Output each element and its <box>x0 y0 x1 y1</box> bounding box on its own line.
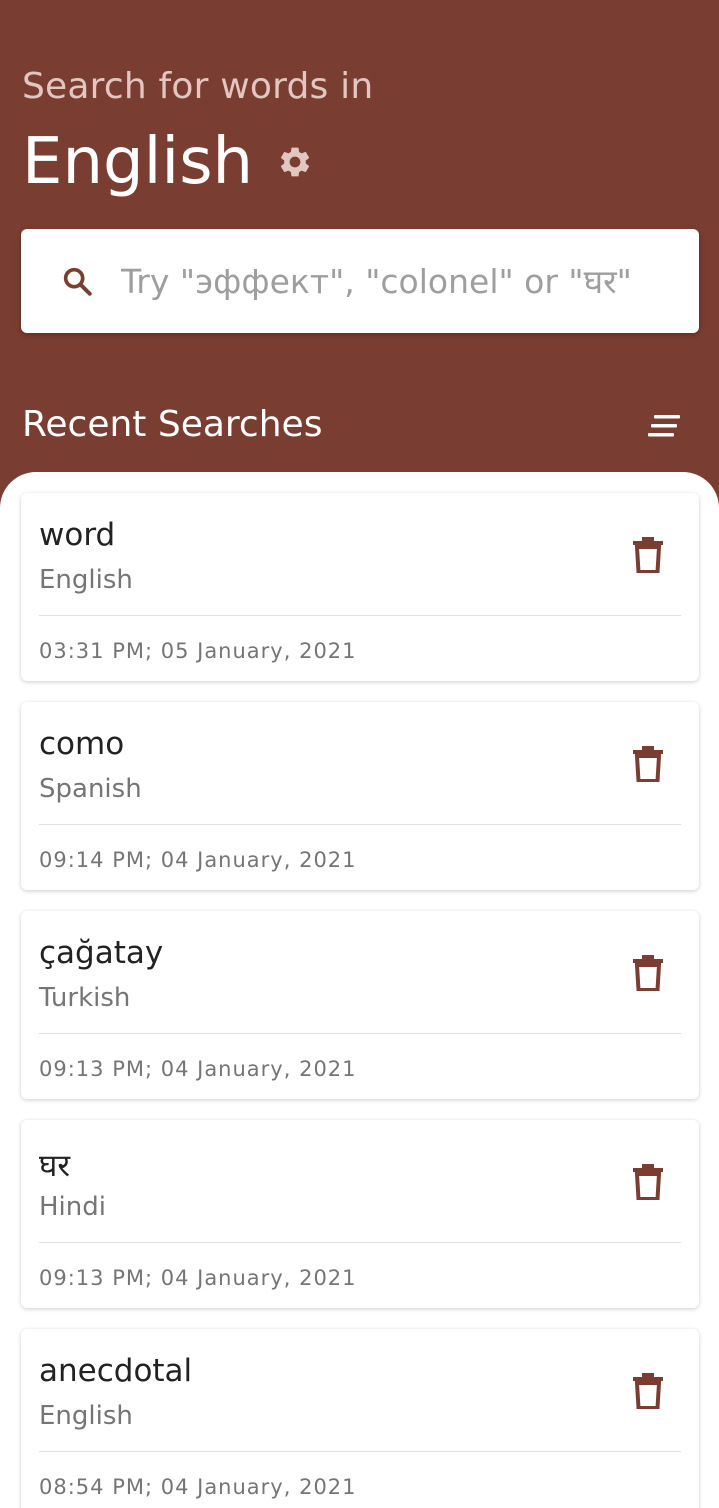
search-timestamp: 08:54 PM; 04 January, 2021 <box>39 1475 357 1499</box>
trash-icon[interactable] <box>633 746 663 783</box>
list-item[interactable]: घर Hindi 09:13 PM; 04 January, 2021 <box>21 1120 699 1308</box>
list-item[interactable]: anecdotal English 08:54 PM; 04 January, … <box>21 1329 699 1508</box>
gear-icon[interactable] <box>277 144 313 180</box>
language-row: English <box>22 124 313 200</box>
trash-icon[interactable] <box>633 955 663 992</box>
search-word: anecdotal <box>39 1353 193 1389</box>
list-item[interactable]: çağatay Turkish 09:13 PM; 04 January, 20… <box>21 911 699 1099</box>
list-item[interactable]: word English 03:31 PM; 05 January, 2021 <box>21 493 699 681</box>
divider <box>39 1033 681 1034</box>
trash-icon[interactable] <box>633 1373 663 1410</box>
divider <box>39 1451 681 1452</box>
app-header: Search for words in English Recent Searc… <box>0 0 719 480</box>
search-language: Spanish <box>39 774 142 804</box>
search-icon <box>59 263 95 299</box>
search-word: घर <box>39 1148 70 1184</box>
header-subtitle: Search for words in <box>22 66 374 107</box>
trash-icon[interactable] <box>633 1164 663 1201</box>
search-language: English <box>39 565 133 595</box>
search-language: Hindi <box>39 1192 106 1222</box>
search-timestamp: 09:13 PM; 04 January, 2021 <box>39 1266 357 1290</box>
search-timestamp: 03:31 PM; 05 January, 2021 <box>39 639 357 663</box>
recent-searches-list: word English 03:31 PM; 05 January, 2021 … <box>0 472 719 1508</box>
search-word: como <box>39 726 125 762</box>
sort-icon[interactable] <box>648 412 682 440</box>
search-input[interactable] <box>119 260 683 302</box>
search-language: Turkish <box>39 983 131 1013</box>
search-bar[interactable] <box>21 229 699 333</box>
search-word: çağatay <box>39 935 164 971</box>
search-timestamp: 09:14 PM; 04 January, 2021 <box>39 848 357 872</box>
list-item[interactable]: como Spanish 09:14 PM; 04 January, 2021 <box>21 702 699 890</box>
search-language: English <box>39 1401 133 1431</box>
recent-searches-title: Recent Searches <box>22 404 323 445</box>
divider <box>39 1242 681 1243</box>
trash-icon[interactable] <box>633 537 663 574</box>
selected-language[interactable]: English <box>22 124 253 200</box>
search-timestamp: 09:13 PM; 04 January, 2021 <box>39 1057 357 1081</box>
divider <box>39 824 681 825</box>
search-word: word <box>39 517 116 553</box>
divider <box>39 615 681 616</box>
